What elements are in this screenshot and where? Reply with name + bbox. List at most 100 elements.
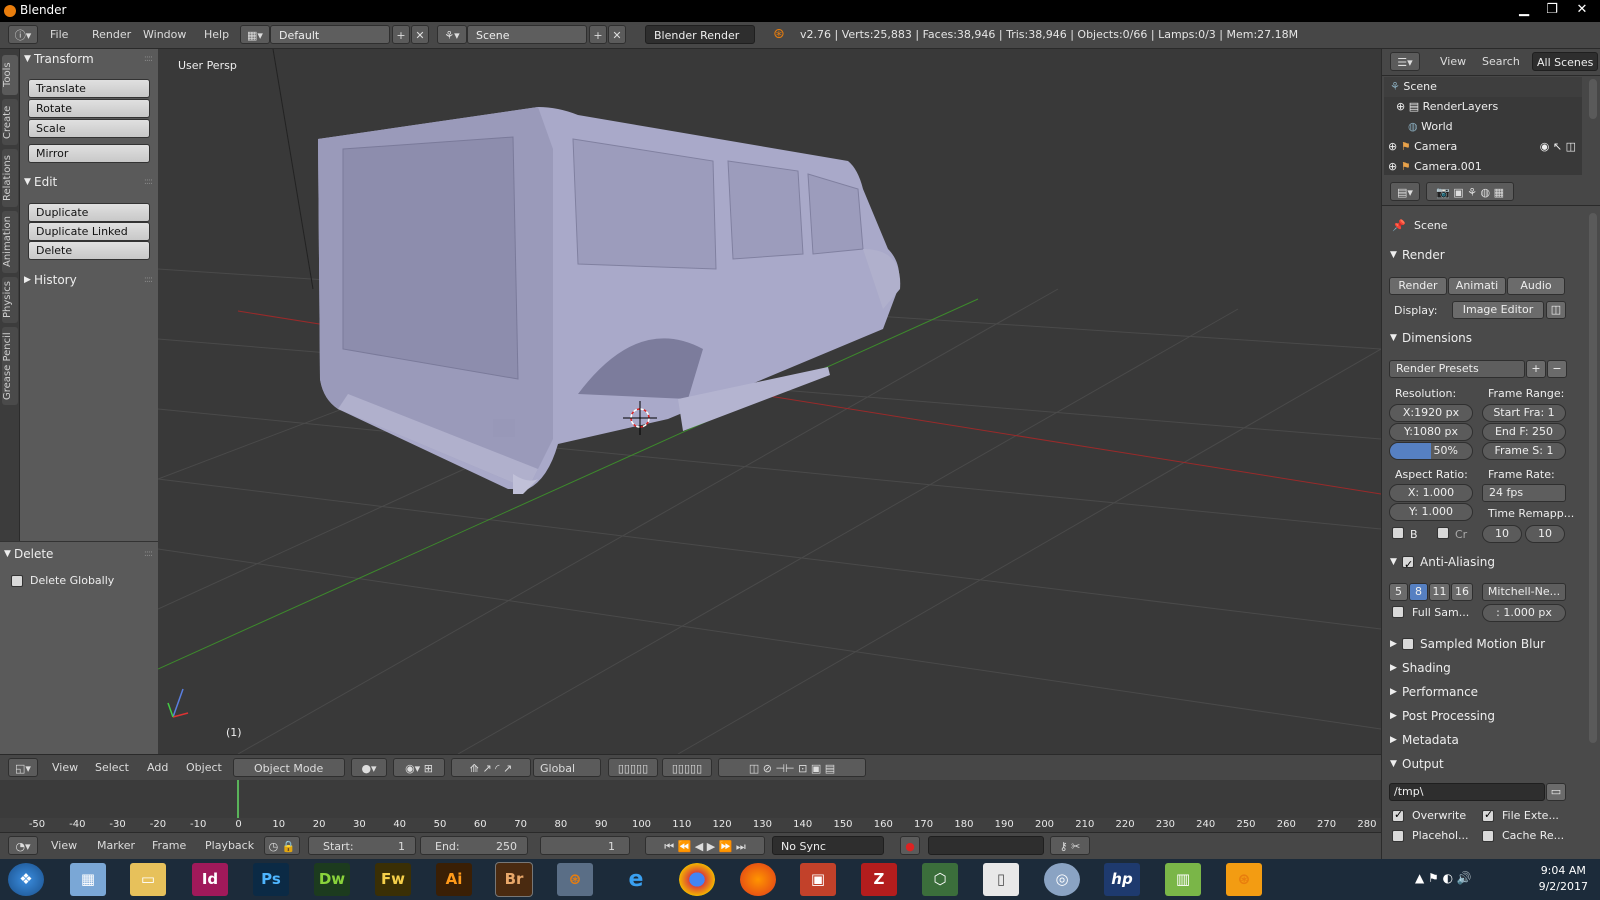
metadata-panel-header[interactable]: ▶ Metadata bbox=[1388, 730, 1580, 751]
notepad-icon[interactable]: ▯ bbox=[983, 863, 1019, 896]
firefox-icon[interactable] bbox=[740, 863, 776, 896]
menu-help[interactable]: Help bbox=[204, 25, 229, 44]
cache-result-checkbox[interactable] bbox=[1482, 830, 1494, 842]
van-model[interactable] bbox=[318, 107, 901, 494]
output-panel-header[interactable]: ▼ Output bbox=[1388, 754, 1580, 775]
drag-handle-icon[interactable]: :::: bbox=[144, 544, 153, 564]
timeline-track[interactable] bbox=[0, 780, 1381, 832]
menu-render[interactable]: Render bbox=[92, 25, 131, 44]
hp-icon[interactable]: hp bbox=[1104, 863, 1140, 896]
lock-icon[interactable]: ◫ bbox=[1546, 301, 1566, 319]
tab-physics[interactable]: Physics bbox=[2, 277, 18, 323]
preview-range-icons[interactable]: ◷ 🔒 bbox=[264, 836, 300, 855]
file-browser-icon[interactable]: ▭ bbox=[1546, 783, 1566, 801]
calculator-icon[interactable]: ▦ bbox=[70, 863, 106, 896]
internet-explorer-icon[interactable]: e bbox=[618, 863, 654, 896]
duplicate-button[interactable]: Duplicate bbox=[28, 203, 150, 222]
add-scene-icon[interactable]: + bbox=[589, 25, 607, 44]
end-frame-field[interactable]: End: 250 bbox=[420, 836, 528, 855]
drag-handle-icon[interactable]: :::: bbox=[144, 172, 153, 192]
aa-samples-16[interactable]: 16 bbox=[1451, 583, 1473, 601]
outliner-menu-search[interactable]: Search bbox=[1482, 52, 1520, 71]
motion-blur-panel-header[interactable]: ▶ Sampled Motion Blur bbox=[1388, 634, 1580, 655]
3d-viewport[interactable]: User Persp (1) bbox=[158, 49, 1381, 754]
close-button[interactable]: ✕ bbox=[1568, 0, 1596, 20]
edit-panel-header[interactable]: ▼ Edit :::: bbox=[20, 172, 158, 192]
performance-panel-header[interactable]: ▶ Performance bbox=[1388, 682, 1580, 703]
add-layout-icon[interactable]: + bbox=[392, 25, 410, 44]
drag-handle-icon[interactable]: :::: bbox=[144, 270, 153, 290]
render-engine-select[interactable]: Blender Render bbox=[645, 25, 755, 44]
screen-layout-icon[interactable]: ▦▾ bbox=[240, 25, 270, 44]
aspect-y-field[interactable]: Y: 1.000 bbox=[1389, 503, 1473, 521]
blender-taskbar-icon[interactable]: ⊛ bbox=[557, 863, 593, 896]
outliner-row-renderlayers[interactable]: ⊕ ▤ RenderLayers bbox=[1384, 97, 1582, 117]
delete-globally-checkbox[interactable] bbox=[11, 575, 23, 587]
current-frame-field[interactable]: 1 bbox=[540, 836, 630, 855]
outliner-row-camera-001[interactable]: ⊕ ⚑ Camera.001 bbox=[1384, 157, 1582, 175]
dreamweaver-icon[interactable]: Dw bbox=[314, 863, 350, 896]
playback-controls-icons[interactable]: ⏮ ⏪ ◀ ▶ ⏩ ⏭ bbox=[645, 836, 765, 855]
outliner-row-world[interactable]: ◍ World bbox=[1384, 117, 1582, 137]
dimensions-panel-header[interactable]: ▼ Dimensions bbox=[1388, 328, 1580, 349]
pivot-snap-icons[interactable]: ◉▾ ⊞ bbox=[393, 758, 445, 777]
frame-end-field[interactable]: End F: 250 bbox=[1482, 423, 1566, 441]
file-explorer-icon[interactable]: ▭ bbox=[130, 863, 166, 896]
pin-icon[interactable]: 📌 bbox=[1392, 219, 1406, 232]
render-presets-select[interactable]: Render Presets bbox=[1389, 360, 1525, 378]
blender-active-icon[interactable]: ⊛ bbox=[1226, 863, 1262, 896]
remap-old-field[interactable]: 10 bbox=[1482, 525, 1522, 543]
audio-button[interactable]: Audio bbox=[1507, 277, 1565, 295]
sync-mode-select[interactable]: No Sync bbox=[772, 836, 884, 855]
maximize-button[interactable]: ❐ bbox=[1538, 0, 1566, 20]
orientation-select[interactable]: Global bbox=[533, 758, 601, 777]
visibility-icons[interactable]: ◉ ↖ ◫ bbox=[1540, 137, 1576, 157]
editor-type-3d-icon[interactable]: ◱▾ bbox=[8, 758, 38, 777]
motion-blur-checkbox[interactable] bbox=[1402, 638, 1414, 650]
indesign-icon[interactable]: Id bbox=[192, 863, 228, 896]
frame-start-field[interactable]: Start Fra: 1 bbox=[1482, 404, 1566, 422]
editor-type-outliner-icon[interactable]: ☰▾ bbox=[1390, 52, 1420, 71]
timeline-ruler[interactable]: -50 -40 -30 -20 -10 0 10 20 30 40 50 60 70 80 90 100 110… bbox=[0, 818, 1381, 832]
remove-layout-icon[interactable]: ✕ bbox=[411, 25, 429, 44]
aspect-x-field[interactable]: X: 1.000 bbox=[1389, 484, 1473, 502]
output-path-field[interactable]: /tmp\ bbox=[1389, 783, 1545, 801]
delete-button[interactable]: Delete bbox=[28, 241, 150, 260]
menu-add[interactable]: Add bbox=[147, 758, 168, 777]
mode-select[interactable]: Object Mode bbox=[233, 758, 345, 777]
overwrite-checkbox[interactable] bbox=[1392, 808, 1404, 822]
scale-button[interactable]: Scale bbox=[28, 119, 150, 138]
tab-relations[interactable]: Relations bbox=[2, 149, 18, 207]
menu-frame[interactable]: Frame bbox=[152, 836, 186, 855]
placeholders-checkbox[interactable] bbox=[1392, 830, 1404, 842]
outliner-row-camera[interactable]: ⊕ ⚑ Camera ◉ ↖ ◫ bbox=[1384, 137, 1582, 157]
remap-new-field[interactable]: 10 bbox=[1525, 525, 1565, 543]
layout-field[interactable]: Default bbox=[270, 25, 390, 44]
bridge-icon[interactable]: Br bbox=[495, 862, 533, 897]
aa-filter-select[interactable]: Mitchell-Ne... bbox=[1482, 583, 1566, 601]
animation-button[interactable]: Animati bbox=[1448, 277, 1506, 295]
menu-marker[interactable]: Marker bbox=[97, 836, 135, 855]
chart-app-icon[interactable]: ▥ bbox=[1165, 863, 1201, 896]
layers-grid-2[interactable]: ▯▯▯▯▯ bbox=[662, 758, 712, 777]
crop-checkbox[interactable] bbox=[1437, 527, 1449, 539]
remove-preset-icon[interactable]: − bbox=[1547, 360, 1567, 378]
aa-samples-5[interactable]: 5 bbox=[1389, 583, 1408, 601]
filezilla-icon[interactable]: Z bbox=[861, 863, 897, 896]
shading-select-icon[interactable]: ●▾ bbox=[351, 758, 387, 777]
aa-samples-8[interactable]: 8 bbox=[1409, 583, 1428, 601]
drag-handle-icon[interactable]: :::: bbox=[144, 49, 153, 69]
photoshop-icon[interactable]: Ps bbox=[253, 863, 289, 896]
editor-type-properties-icon[interactable]: ▤▾ bbox=[1390, 182, 1420, 201]
editor-type-timeline-icon[interactable]: ◔▾ bbox=[8, 836, 38, 855]
resolution-x-field[interactable]: X:1920 px bbox=[1389, 404, 1473, 422]
tab-create[interactable]: Create bbox=[2, 99, 18, 145]
snap-render-icons[interactable]: ◫ ⊘ ⊣⊢ ⊡ ▣ ▤ bbox=[718, 758, 866, 777]
outliner-scrollbar[interactable] bbox=[1589, 79, 1597, 119]
editor-type-info-icon[interactable]: ⓘ▾ bbox=[8, 25, 38, 44]
transform-panel-header[interactable]: ▼ Transform :::: bbox=[20, 49, 158, 69]
display-select[interactable]: Image Editor bbox=[1452, 301, 1544, 319]
tab-tools[interactable]: Tools bbox=[2, 55, 18, 95]
render-panel-header[interactable]: ▼ Render bbox=[1388, 245, 1580, 266]
keying-set-field[interactable] bbox=[928, 836, 1044, 855]
